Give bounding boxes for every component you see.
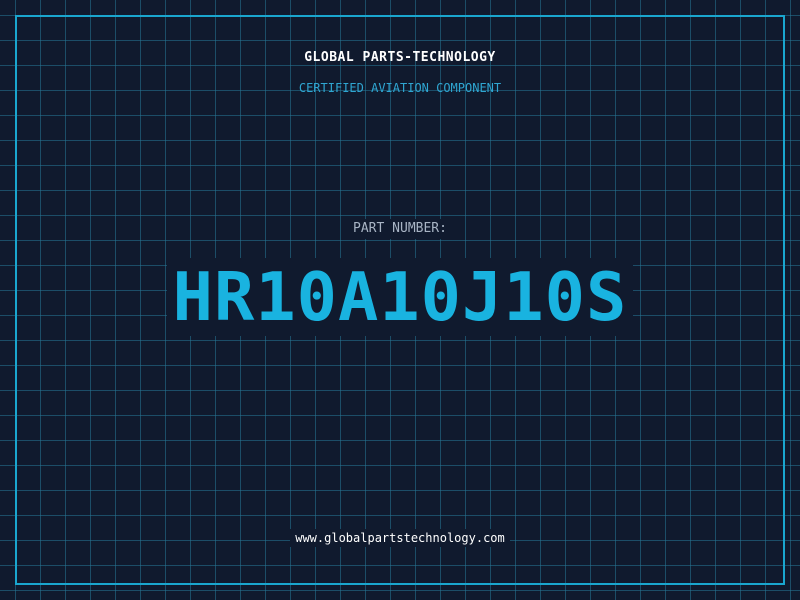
part-card: GLOBAL PARTS-TECHNOLOGY CERTIFIED AVIATI…	[0, 0, 800, 600]
part-number-label-row: PART NUMBER:	[0, 219, 800, 239]
part-number-row: HR10A10J10S	[0, 258, 800, 336]
company-name: GLOBAL PARTS-TECHNOLOGY	[304, 50, 496, 65]
certification-subtitle: CERTIFIED AVIATION COMPONENT	[298, 81, 502, 95]
part-number-label: PART NUMBER:	[347, 219, 453, 239]
website-url: www.globalpartstechnology.com	[290, 529, 510, 547]
part-number-value: HR10A10J10S	[166, 258, 634, 336]
website-url-row: www.globalpartstechnology.com	[0, 529, 800, 547]
